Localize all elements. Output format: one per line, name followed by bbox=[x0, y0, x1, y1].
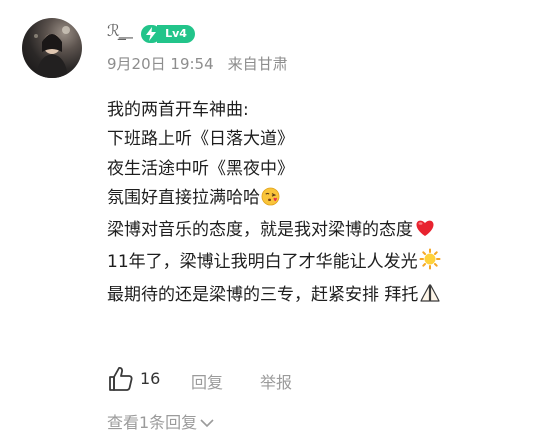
comment-location: 来自甘肃 bbox=[227, 55, 288, 73]
view-replies-link[interactable]: 查看1条回复 bbox=[107, 409, 215, 433]
comment-line-text: 梁博对音乐的态度，就是我对梁博的态度 bbox=[107, 220, 413, 241]
reply-button[interactable]: 回复 bbox=[191, 369, 223, 393]
thumbs-up-icon[interactable] bbox=[107, 365, 135, 397]
chevron-down-icon bbox=[199, 414, 215, 433]
avatar[interactable] bbox=[22, 18, 82, 78]
folded-hands-emoji-icon bbox=[419, 283, 441, 313]
red-heart-emoji-icon bbox=[414, 218, 436, 248]
comment-line: 我的两首开车神曲: bbox=[107, 100, 249, 120]
comment-line-text: 最期待的还是梁博的三专，赶紧安排 拜托 bbox=[107, 284, 419, 305]
comment-body: 我的两首开车神曲: 下班路上听《日落大道》 夜生活途中听《黑夜中》 氛围好直接拉… bbox=[107, 96, 527, 313]
comment-line-with-emoji: 最期待的还是梁博的三专，赶紧安排 拜托 bbox=[107, 281, 527, 313]
avatar-photo bbox=[34, 26, 70, 78]
like-count: 16 bbox=[140, 369, 161, 388]
report-button[interactable]: 举报 bbox=[260, 369, 292, 393]
comment-line-text: 11年了，梁博让我明白了才华能让人发光 bbox=[107, 252, 418, 273]
comment-line-with-emoji: 11年了，梁博让我明白了才华能让人发光 bbox=[107, 248, 527, 280]
sun-emoji-icon bbox=[419, 248, 441, 280]
comment-line-with-emoji: 氛围好直接拉满哈哈 bbox=[107, 184, 527, 216]
comment-meta: 9月20日 19:54 来自甘肃 bbox=[107, 53, 288, 74]
view-replies-label: 查看1条回复 bbox=[107, 413, 198, 432]
username[interactable]: ℛ ̲͟ bbox=[107, 21, 127, 40]
level-badge: Lv4 bbox=[157, 25, 195, 43]
kissing-face-emoji-icon bbox=[261, 187, 280, 216]
comment-line-text: 氛围好直接拉满哈哈 bbox=[107, 187, 260, 208]
comment-line: 下班路上听《日落大道》 bbox=[107, 129, 294, 150]
comment-line-with-emoji: 梁博对音乐的态度，就是我对梁博的态度 bbox=[107, 216, 527, 248]
comment-line: 夜生活途中听《黑夜中》 bbox=[107, 158, 294, 179]
comment-date: 9月20日 19:54 bbox=[107, 55, 214, 73]
